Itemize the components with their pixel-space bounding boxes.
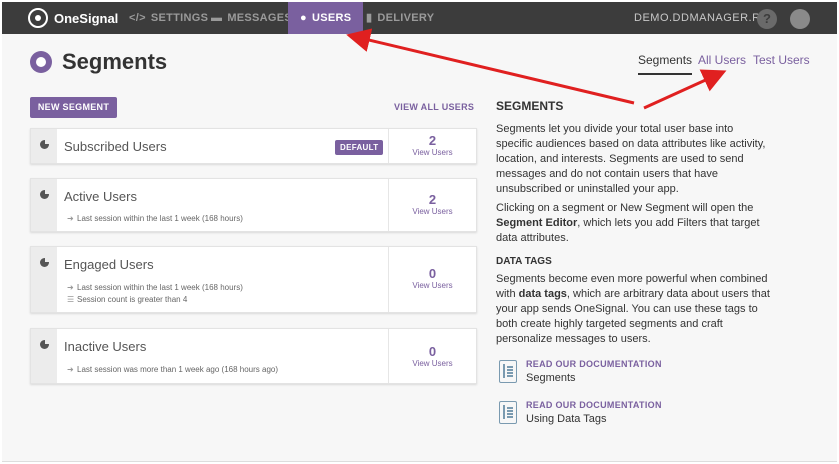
doc-title: Segments [526,372,576,384]
card-strip [31,179,57,231]
nav-messages-label: MESSAGES [227,12,293,24]
user-count: 0 [428,266,437,281]
segment-filter: ➜ Last session was more than 1 week ago (… [67,365,278,374]
nav-delivery-label: DELIVERY [377,12,435,24]
page-title: Segments [62,49,168,74]
pie-chart-icon [40,340,49,349]
session-icon: ➜ [67,214,74,223]
user-count: 0 [428,344,437,359]
count-box[interactable]: 0 View Users [388,247,476,312]
top-nav-bar: OneSignal </> SETTINGS ▬ MESSAGES ● USERS ▮… [2,2,837,34]
segment-name[interactable]: Subscribed Users [64,139,167,154]
filter-text: Last session was more than 1 week ago (1… [77,365,279,374]
info-heading: SEGMENTS [496,99,564,113]
user-count: 2 [428,133,437,148]
nav-settings-label: SETTINGS [150,12,209,24]
segments-icon [30,51,52,73]
count-box[interactable]: 2 View Users [388,179,476,231]
filter-text: Last session within the last 1 week (168… [77,214,243,223]
data-tags-heading: DATA TAGS [496,256,552,267]
count-box[interactable]: 0 View Users [388,329,476,383]
segment-card-active[interactable]: Active Users ➜ Last session within the la… [30,178,477,232]
session-icon: ➜ [67,365,74,374]
nav-delivery[interactable]: ▮ DELIVERY [366,2,434,34]
read-docs-link[interactable]: READ OUR DOCUMENTATION [526,359,662,369]
main-content: Segments Segments All Users Test Users N… [2,34,837,462]
pie-chart-icon [40,140,49,149]
filter-text: Last session within the last 1 week (168… [77,283,243,292]
site-name[interactable]: DEMO.DDMANAGER.RU [634,2,769,34]
doc-title: Using Data Tags [526,413,607,425]
info-bold: Segment Editor [496,217,578,229]
document-icon [499,360,517,383]
card-strip [31,329,57,383]
segment-filter: ➜ Last session within the last 1 week (16… [67,283,243,292]
nav-settings[interactable]: </> SETTINGS [129,2,208,34]
segment-name[interactable]: Engaged Users [64,257,154,272]
code-icon: </> [129,12,146,24]
segment-filter: ☰ Session count is greater than 4 [67,295,187,304]
avatar[interactable] [790,9,810,29]
nav-messages[interactable]: ▬ MESSAGES [211,2,292,34]
view-users-link[interactable]: View Users [389,281,476,290]
info-paragraph: Segments let you divide your total user … [496,123,766,195]
app-name: OneSignal [54,10,119,26]
nav-users[interactable]: ● USERS [288,2,364,34]
view-users-link[interactable]: View Users [389,148,476,157]
list-icon: ☰ [67,295,75,304]
card-strip [31,247,57,312]
view-users-link[interactable]: View Users [389,207,476,216]
nav-users-label: USERS [311,12,352,24]
onesignal-logo-icon [28,8,48,28]
view-all-users-link[interactable]: VIEW ALL USERS [394,102,474,112]
document-icon [499,401,517,424]
info-paragraph: Clicking on a segment or New Segment wil… [496,201,771,246]
user-count: 2 [428,192,437,207]
card-strip [31,129,57,163]
new-segment-button[interactable]: NEW SEGMENT [30,97,117,118]
info-paragraph: Segments become even more powerful when … [496,272,771,347]
segment-card-subscribed[interactable]: Subscribed Users DEFAULT 2 View Users [30,128,477,164]
segment-card-inactive[interactable]: Inactive Users ➜ Last session was more th… [30,328,477,384]
onesignal-logo[interactable]: OneSignal [28,8,118,28]
users-icon: ● [300,12,307,24]
view-users-link[interactable]: View Users [389,359,476,368]
segment-name[interactable]: Inactive Users [64,339,146,354]
filter-text: Session count is greater than 4 [77,295,188,304]
default-badge: DEFAULT [335,140,384,155]
bar-chart-icon: ▮ [366,12,373,24]
read-docs-link[interactable]: READ OUR DOCUMENTATION [526,400,662,410]
segment-filter: ➜ Last session within the last 1 week (16… [67,214,243,223]
segment-name[interactable]: Active Users [64,189,137,204]
session-icon: ➜ [67,283,74,292]
pie-chart-icon [40,190,49,199]
tab-segments[interactable]: Segments [638,53,693,75]
info-bold: data tags [518,288,567,300]
tab-all-users[interactable]: All Users [698,53,746,67]
help-icon[interactable]: ? [757,9,777,29]
pie-chart-icon [40,258,49,267]
tab-test-users[interactable]: Test Users [753,53,810,67]
chat-icon: ▬ [211,12,223,24]
segment-card-engaged[interactable]: Engaged Users ➜ Last session within the l… [30,246,477,313]
count-box[interactable]: 2 View Users [388,129,476,163]
info-text: Clicking on a segment or New Segment wil… [496,202,754,214]
